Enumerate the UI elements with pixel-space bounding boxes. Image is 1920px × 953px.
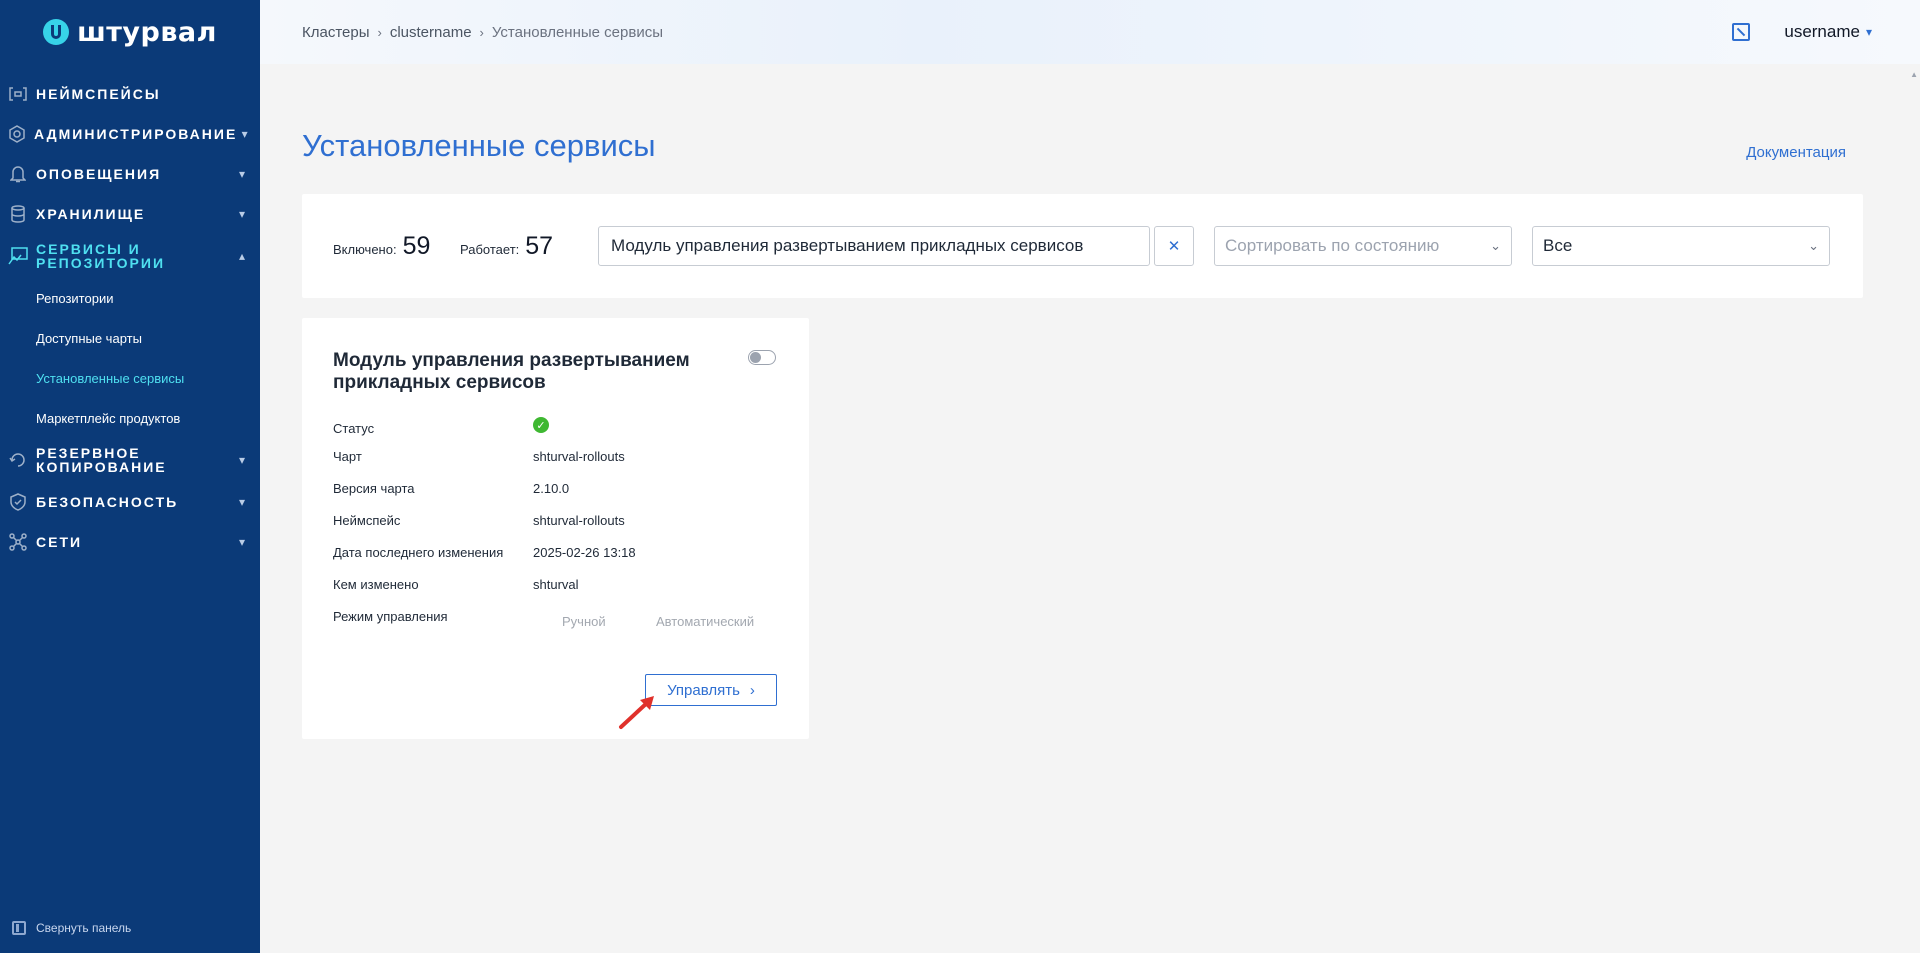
sort-select[interactable]: Сортировать по состоянию ⌄ [1214, 226, 1512, 266]
backup-icon [8, 450, 28, 470]
manage-button-label: Управлять [667, 681, 740, 699]
sidebar-item-backup[interactable]: Резервное копирование ▾ [0, 438, 260, 482]
shield-icon [8, 492, 28, 512]
header-actions: username ▾ [1732, 0, 1872, 64]
sidebar-item-notifications[interactable]: Оповещения ▾ [0, 154, 260, 194]
panel-icon [12, 921, 26, 935]
sidebar-item-namespaces[interactable]: Неймспейсы [0, 74, 260, 114]
status-label: Статус [333, 421, 375, 436]
chevron-down-icon: ⌄ [1490, 238, 1501, 253]
sidebar-item-label: Сервисы и репозитории [36, 241, 166, 271]
chevron-down-icon: ▾ [238, 167, 246, 181]
page-title: Установленные сервисы [302, 128, 656, 163]
collapse-panel-button[interactable]: Свернуть панель [12, 921, 131, 935]
mode-label: Режим управления [333, 609, 448, 624]
chart-label: Чарт [333, 449, 362, 464]
sidebar-item-networks[interactable]: Сети ▾ [0, 522, 260, 562]
service-card: Модуль управления развертыванием приклад… [302, 318, 809, 739]
chevron-right-icon: › [479, 24, 484, 40]
collapse-panel-label: Свернуть панель [36, 921, 132, 935]
documentation-link[interactable]: Документация [1746, 144, 1846, 161]
logo-icon [43, 19, 70, 45]
filter-panel: Включено: 59 Работает: 57 Модуль управле… [302, 194, 1863, 298]
mode-auto-option[interactable]: Автоматический [656, 614, 754, 629]
logo[interactable]: штурвал [0, 0, 260, 64]
stat-enabled-label: Включено: [333, 242, 397, 257]
namespace-label: Неймспейс [333, 513, 401, 528]
close-icon: ✕ [1167, 238, 1181, 255]
chevron-down-icon: ▾ [1865, 25, 1872, 39]
namespace-value: shturval-rollouts [533, 513, 625, 528]
sidebar-nav: Неймспейсы Администрирование ▾ Оповещени… [0, 74, 260, 562]
manage-button[interactable]: Управлять › [645, 674, 777, 706]
stat-enabled-value: 59 [402, 232, 431, 260]
services-icon [8, 246, 28, 266]
sidebar-item-label: Хранилище [36, 206, 146, 222]
modified-by-label: Кем изменено [333, 577, 419, 592]
chevron-up-icon: ▴ [238, 249, 246, 263]
stat-enabled: Включено: 59 [333, 232, 430, 261]
sidebar-subitem-repositories[interactable]: Репозитории [0, 278, 260, 318]
chevron-down-icon: ▾ [238, 453, 246, 467]
scrollbar-arrow-icon[interactable]: ▲ [1910, 70, 1918, 79]
sidebar-item-label: Оповещения [36, 166, 162, 182]
chart-value: shturval-rollouts [533, 449, 625, 464]
version-value: 2.10.0 [533, 481, 570, 496]
sidebar: штурвал Неймспейсы Администрирование ▾ О… [0, 0, 260, 953]
sidebar-item-label: Резервное копирование [36, 445, 167, 475]
sidebar-item-label: Безопасность [36, 494, 179, 510]
chevron-down-icon: ▾ [238, 535, 246, 549]
chevron-right-icon: › [749, 681, 755, 699]
filter-select-value: Все [1543, 236, 1573, 255]
sidebar-subitem-installed-services[interactable]: Установленные сервисы [0, 358, 260, 398]
sidebar-item-security[interactable]: Безопасность ▾ [0, 482, 260, 522]
breadcrumb: Кластеры › clustername › Установленные с… [302, 24, 663, 41]
service-card-title: Модуль управления развертыванием приклад… [333, 350, 690, 393]
logo-text: штурвал [77, 16, 217, 48]
database-icon [8, 204, 28, 224]
sort-select-placeholder: Сортировать по состоянию [1225, 236, 1440, 255]
sidebar-item-label: Сети [36, 534, 83, 550]
network-icon [8, 532, 28, 552]
bell-icon [8, 164, 28, 184]
breadcrumb-cluster[interactable]: clustername [390, 24, 472, 41]
modified-value: 2025-02-26 13:18 [533, 545, 636, 560]
username: username [1784, 22, 1860, 41]
sidebar-item-administration[interactable]: Администрирование ▾ [0, 114, 260, 154]
modified-by-value: shturval [533, 577, 579, 592]
filter-select[interactable]: Все ⌄ [1532, 226, 1830, 266]
modified-label: Дата последнего изменения [333, 545, 504, 560]
top-header: Кластеры › clustername › Установленные с… [260, 0, 1920, 64]
breadcrumb-clusters[interactable]: Кластеры [302, 24, 370, 41]
pointer-arrow-icon [619, 696, 654, 729]
gear-icon [8, 124, 26, 144]
breadcrumb-current: Установленные сервисы [491, 23, 663, 41]
status-ok-icon: ✓ [533, 417, 549, 433]
sidebar-item-services[interactable]: Сервисы и репозитории ▴ [0, 234, 260, 278]
sidebar-item-storage[interactable]: Хранилище ▾ [0, 194, 260, 234]
chevron-down-icon: ⌄ [1808, 238, 1819, 253]
user-menu[interactable]: username ▾ [1784, 22, 1872, 42]
search-input[interactable]: Модуль управления развертыванием приклад… [598, 226, 1150, 266]
clear-search-button[interactable]: ✕ [1154, 226, 1194, 266]
chevron-down-icon: ▾ [241, 127, 248, 141]
namespace-icon [8, 84, 28, 104]
external-open-icon[interactable] [1732, 23, 1751, 41]
sidebar-item-label: Администрирование [34, 126, 238, 142]
chevron-down-icon: ▾ [238, 495, 246, 509]
service-enabled-toggle[interactable] [748, 350, 776, 365]
stat-running: Работает: 57 [460, 232, 553, 261]
sidebar-item-label: Неймспейсы [36, 86, 161, 102]
sidebar-subitem-marketplace[interactable]: Маркетплейс продуктов [0, 398, 260, 438]
chevron-down-icon: ▾ [238, 207, 246, 221]
version-label: Версия чарта [333, 481, 415, 496]
stat-running-label: Работает: [460, 242, 520, 257]
stat-running-value: 57 [525, 232, 554, 260]
chevron-right-icon: › [377, 24, 382, 40]
mode-manual-option[interactable]: Ручной [562, 614, 606, 629]
sidebar-subitem-charts[interactable]: Доступные чарты [0, 318, 260, 358]
